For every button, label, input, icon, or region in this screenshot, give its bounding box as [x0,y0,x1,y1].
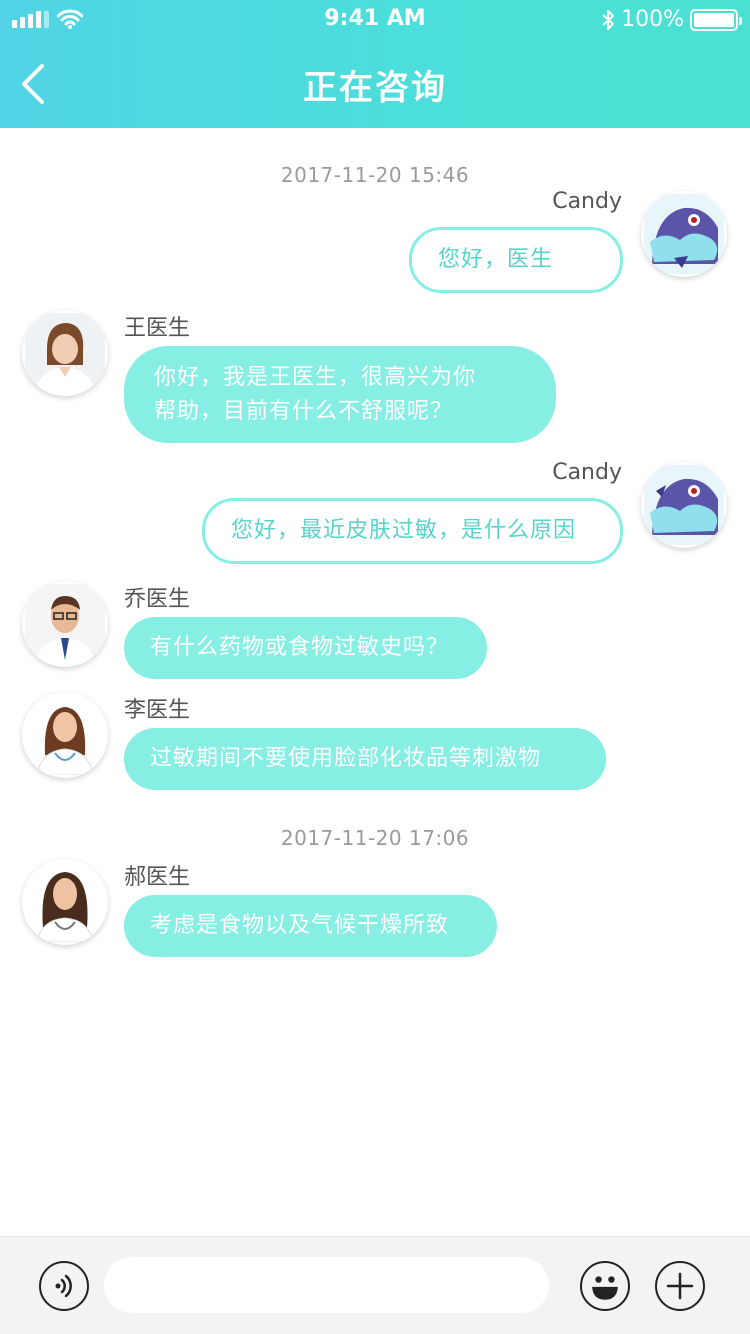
sender-name: 李医生 [124,698,191,723]
emoji-button[interactable] [580,1261,630,1311]
message-bubble[interactable]: 您好，医生 [409,227,623,293]
battery-icon [690,8,742,31]
message-text: 有什么药物或食物过敏史吗？ [150,635,450,660]
input-bar [0,1236,750,1334]
status-right: 100% [601,7,742,32]
avatar[interactable] [641,462,727,548]
avatar[interactable] [641,191,727,277]
cartoon-avatar-icon [644,465,724,545]
message-input[interactable] [104,1257,549,1313]
plus-icon [666,1272,694,1300]
avatar[interactable] [22,859,108,945]
chat-area[interactable]: 2017-11-20 15:46 Candy 您好，医生 王医生 你好，我是王医… [0,128,750,1236]
message-bubble[interactable]: 考虑是食物以及气候干燥所致 [124,895,497,957]
sender-name: Candy [552,189,622,214]
emoji-icon [592,1276,618,1300]
battery-percent: 100% [621,7,684,32]
voice-icon [55,1274,72,1298]
avatar[interactable] [22,581,108,667]
message-bubble[interactable]: 您好，最近皮肤过敏，是什么原因 [202,498,623,564]
sender-name: 王医生 [124,316,191,341]
header: 9:41 AM 100% 正在咨询 [0,0,750,128]
sender-name: 郝医生 [124,865,191,890]
doctor-avatar-icon [25,695,105,775]
nav-bar: 正在咨询 [0,40,750,128]
timestamp: 2017-11-20 17:06 [280,826,470,850]
page-title: 正在咨询 [303,68,447,108]
bluetooth-icon [602,9,615,30]
message-text: 考虑是食物以及气候干燥所致 [150,913,450,938]
battery-fill [694,12,734,27]
doctor-avatar-icon [25,313,105,393]
status-bar: 9:41 AM 100% [0,0,750,40]
cartoon-avatar-icon [644,194,724,274]
message-bubble[interactable]: 有什么药物或食物过敏史吗？ [124,617,487,679]
message-bubble[interactable]: 你好，我是王医生，很高兴为你 帮助，目前有什么不舒服呢？ [124,346,556,443]
message-text: 过敏期间不要使用脸部化妆品等刺激物 [150,746,542,771]
message-text: 您好，最近皮肤过敏，是什么原因 [231,518,577,543]
timestamp: 2017-11-20 15:46 [280,163,470,187]
voice-button[interactable] [39,1261,89,1311]
avatar[interactable] [22,692,108,778]
message-bubble[interactable]: 过敏期间不要使用脸部化妆品等刺激物 [124,728,606,790]
avatar[interactable] [22,310,108,396]
sender-name: Candy [552,460,622,485]
add-button[interactable] [655,1261,705,1311]
sender-name: 乔医生 [124,587,191,612]
message-text: 你好，我是王医生，很高兴为你 [154,364,477,390]
message-text: 帮助，目前有什么不舒服呢？ [154,398,454,424]
doctor-avatar-icon [25,862,105,942]
doctor-avatar-icon [25,584,105,664]
message-text: 您好，医生 [438,247,554,272]
